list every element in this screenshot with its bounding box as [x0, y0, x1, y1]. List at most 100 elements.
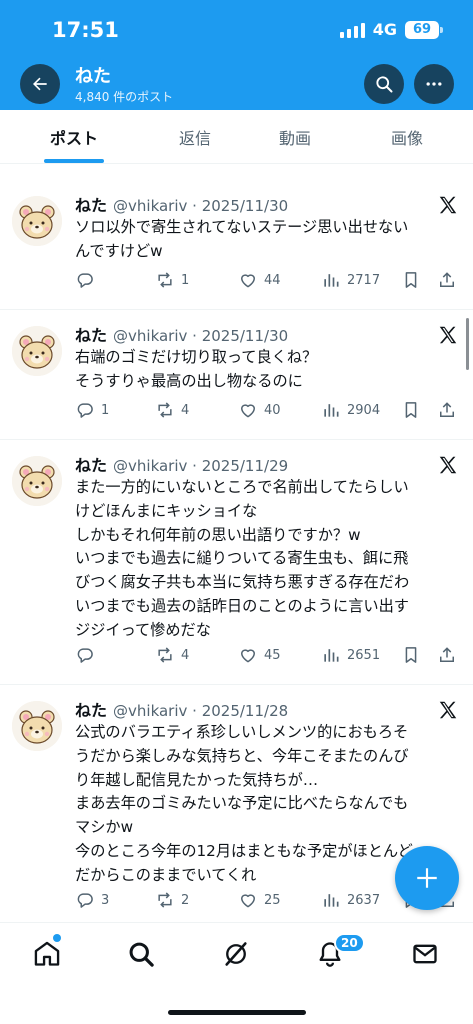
tab-videos[interactable]: 動画 — [250, 110, 340, 164]
repost-button[interactable]: 4 — [155, 400, 189, 420]
reply-icon — [77, 403, 93, 418]
battery-level: 69 — [412, 22, 432, 37]
bear-avatar-icon — [12, 701, 62, 751]
share-icon — [440, 647, 454, 662]
reply-count: 3 — [101, 892, 110, 908]
home-unread-dot — [53, 934, 61, 942]
post-actions: 4 45 2651 — [75, 645, 465, 669]
post[interactable]: ねた @vhikariv · 2025/11/30 ソロ以外で寄生されてないステージ… — [0, 180, 473, 310]
bookmark-button[interactable] — [401, 270, 421, 290]
author-handle-date: @vhikariv · 2025/11/28 — [113, 702, 289, 720]
reply-button[interactable] — [75, 270, 101, 290]
views-button[interactable]: 2651 — [321, 645, 380, 665]
like-button[interactable]: 45 — [238, 645, 281, 665]
active-tab-indicator — [44, 159, 104, 163]
bookmark-button[interactable] — [401, 400, 421, 420]
repost-count: 4 — [181, 647, 190, 663]
post[interactable]: ねた @vhikariv · 2025/11/30 右端のゴミだけ切り取って良くね？… — [0, 310, 473, 440]
like-count: 25 — [264, 892, 281, 908]
post-text-line: けどほんまにキッショイな — [75, 501, 258, 520]
scrollbar[interactable] — [466, 318, 469, 370]
post-actions: 1 4 40 2904 — [75, 400, 465, 424]
back-button[interactable] — [20, 64, 60, 104]
search-button[interactable] — [364, 64, 404, 104]
nav-home[interactable] — [30, 937, 64, 971]
top-bar: 17:51 4G 69 ねた 4,840 件のポスト — [0, 0, 473, 110]
repost-count: 1 — [181, 272, 190, 288]
x-logo-icon[interactable] — [437, 324, 459, 346]
x-logo-icon[interactable] — [437, 699, 459, 721]
share-button[interactable] — [437, 645, 457, 665]
profile-name: ねた — [75, 66, 111, 87]
like-button[interactable]: 44 — [238, 270, 281, 290]
reply-button[interactable]: 3 — [75, 890, 109, 910]
post-text-line: いつまでも過去に縋りついてる寄生虫も、餌に飛 — [75, 549, 409, 568]
reply-button[interactable]: 1 — [75, 400, 109, 420]
network-type: 4G — [372, 20, 397, 39]
more-button[interactable] — [414, 64, 454, 104]
nav-messages[interactable] — [408, 937, 442, 971]
views-icon — [324, 274, 339, 287]
post-text-line: びつく腐女子共も本当に気持ち悪すぎる存在だわ — [75, 573, 410, 592]
post-text: また一方的にいないところで名前出してたらしい けどほんまにキッショイなしかもそれ何… — [75, 476, 467, 643]
repost-icon — [158, 647, 172, 663]
heart-icon — [241, 404, 255, 418]
views-button[interactable]: 2717 — [321, 270, 380, 290]
post-text-line: うだから楽しみな気持ちと、今年こそまたのんび — [75, 746, 409, 765]
nav-grok[interactable] — [219, 937, 253, 971]
x-logo-icon[interactable] — [437, 454, 459, 476]
like-count: 45 — [264, 647, 281, 663]
home-indicator — [168, 1010, 306, 1015]
post-text-line: また一方的にいないところで名前出してたらしい — [75, 478, 409, 496]
post-text-line: しかもそれ何年前の思い出語りですか？w — [75, 525, 361, 544]
share-button[interactable] — [437, 400, 457, 420]
repost-icon — [158, 402, 172, 418]
notifications-badge: 20 — [334, 933, 365, 953]
views-button[interactable]: 2637 — [321, 890, 380, 910]
post[interactable]: ねた @vhikariv · 2025/11/29 また一方的にいないところで名前出… — [0, 440, 473, 685]
post-actions: 1 44 2717 — [75, 270, 465, 294]
like-count: 44 — [264, 272, 281, 288]
x-logo-icon[interactable] — [437, 194, 459, 216]
author-name[interactable]: ねた — [75, 326, 107, 345]
post-text-line: ソロ以外で寄生されてないステージ思い出せない — [75, 218, 409, 236]
plus-icon — [417, 868, 437, 888]
repost-button[interactable]: 1 — [155, 270, 189, 290]
post-text-line: り年越し配信見たかった気持ちが… — [75, 770, 318, 789]
compose-button[interactable] — [395, 846, 459, 910]
bear-avatar-icon — [12, 456, 62, 506]
envelope-icon — [413, 944, 437, 964]
author-name[interactable]: ねた — [75, 456, 107, 475]
reply-button[interactable] — [75, 645, 101, 665]
tab-images[interactable]: 画像 — [362, 110, 452, 164]
views-button[interactable]: 2904 — [321, 400, 380, 420]
bookmark-button[interactable] — [401, 645, 421, 665]
nav-explore[interactable] — [124, 937, 158, 971]
reply-count: 1 — [101, 402, 110, 418]
bookmark-icon — [405, 272, 417, 288]
author-handle-date: @vhikariv · 2025/11/29 — [113, 457, 289, 475]
search-icon — [376, 76, 393, 93]
avatar[interactable] — [12, 326, 62, 376]
repost-count: 2 — [181, 892, 190, 908]
like-button[interactable]: 25 — [238, 890, 281, 910]
tab-posts[interactable]: ポスト — [24, 110, 124, 164]
heart-icon — [241, 894, 255, 908]
repost-button[interactable]: 2 — [155, 890, 189, 910]
avatar[interactable] — [12, 456, 62, 506]
tab-replies[interactable]: 返信 — [150, 110, 240, 164]
view-count: 2651 — [347, 647, 381, 663]
avatar[interactable] — [12, 196, 62, 246]
share-button[interactable] — [437, 270, 457, 290]
author-name[interactable]: ねた — [75, 701, 107, 720]
repost-button[interactable]: 4 — [155, 645, 189, 665]
avatar[interactable] — [12, 701, 62, 751]
reply-icon — [77, 648, 93, 663]
post-text-line: ジジイって惨めだな — [75, 620, 211, 639]
grok-icon — [225, 942, 247, 966]
post-text-line: マシかw — [75, 818, 133, 837]
post-header: ねた @vhikariv · 2025/11/30 — [75, 192, 288, 216]
repost-count: 4 — [181, 402, 190, 418]
like-button[interactable]: 40 — [238, 400, 281, 420]
author-name[interactable]: ねた — [75, 196, 107, 215]
